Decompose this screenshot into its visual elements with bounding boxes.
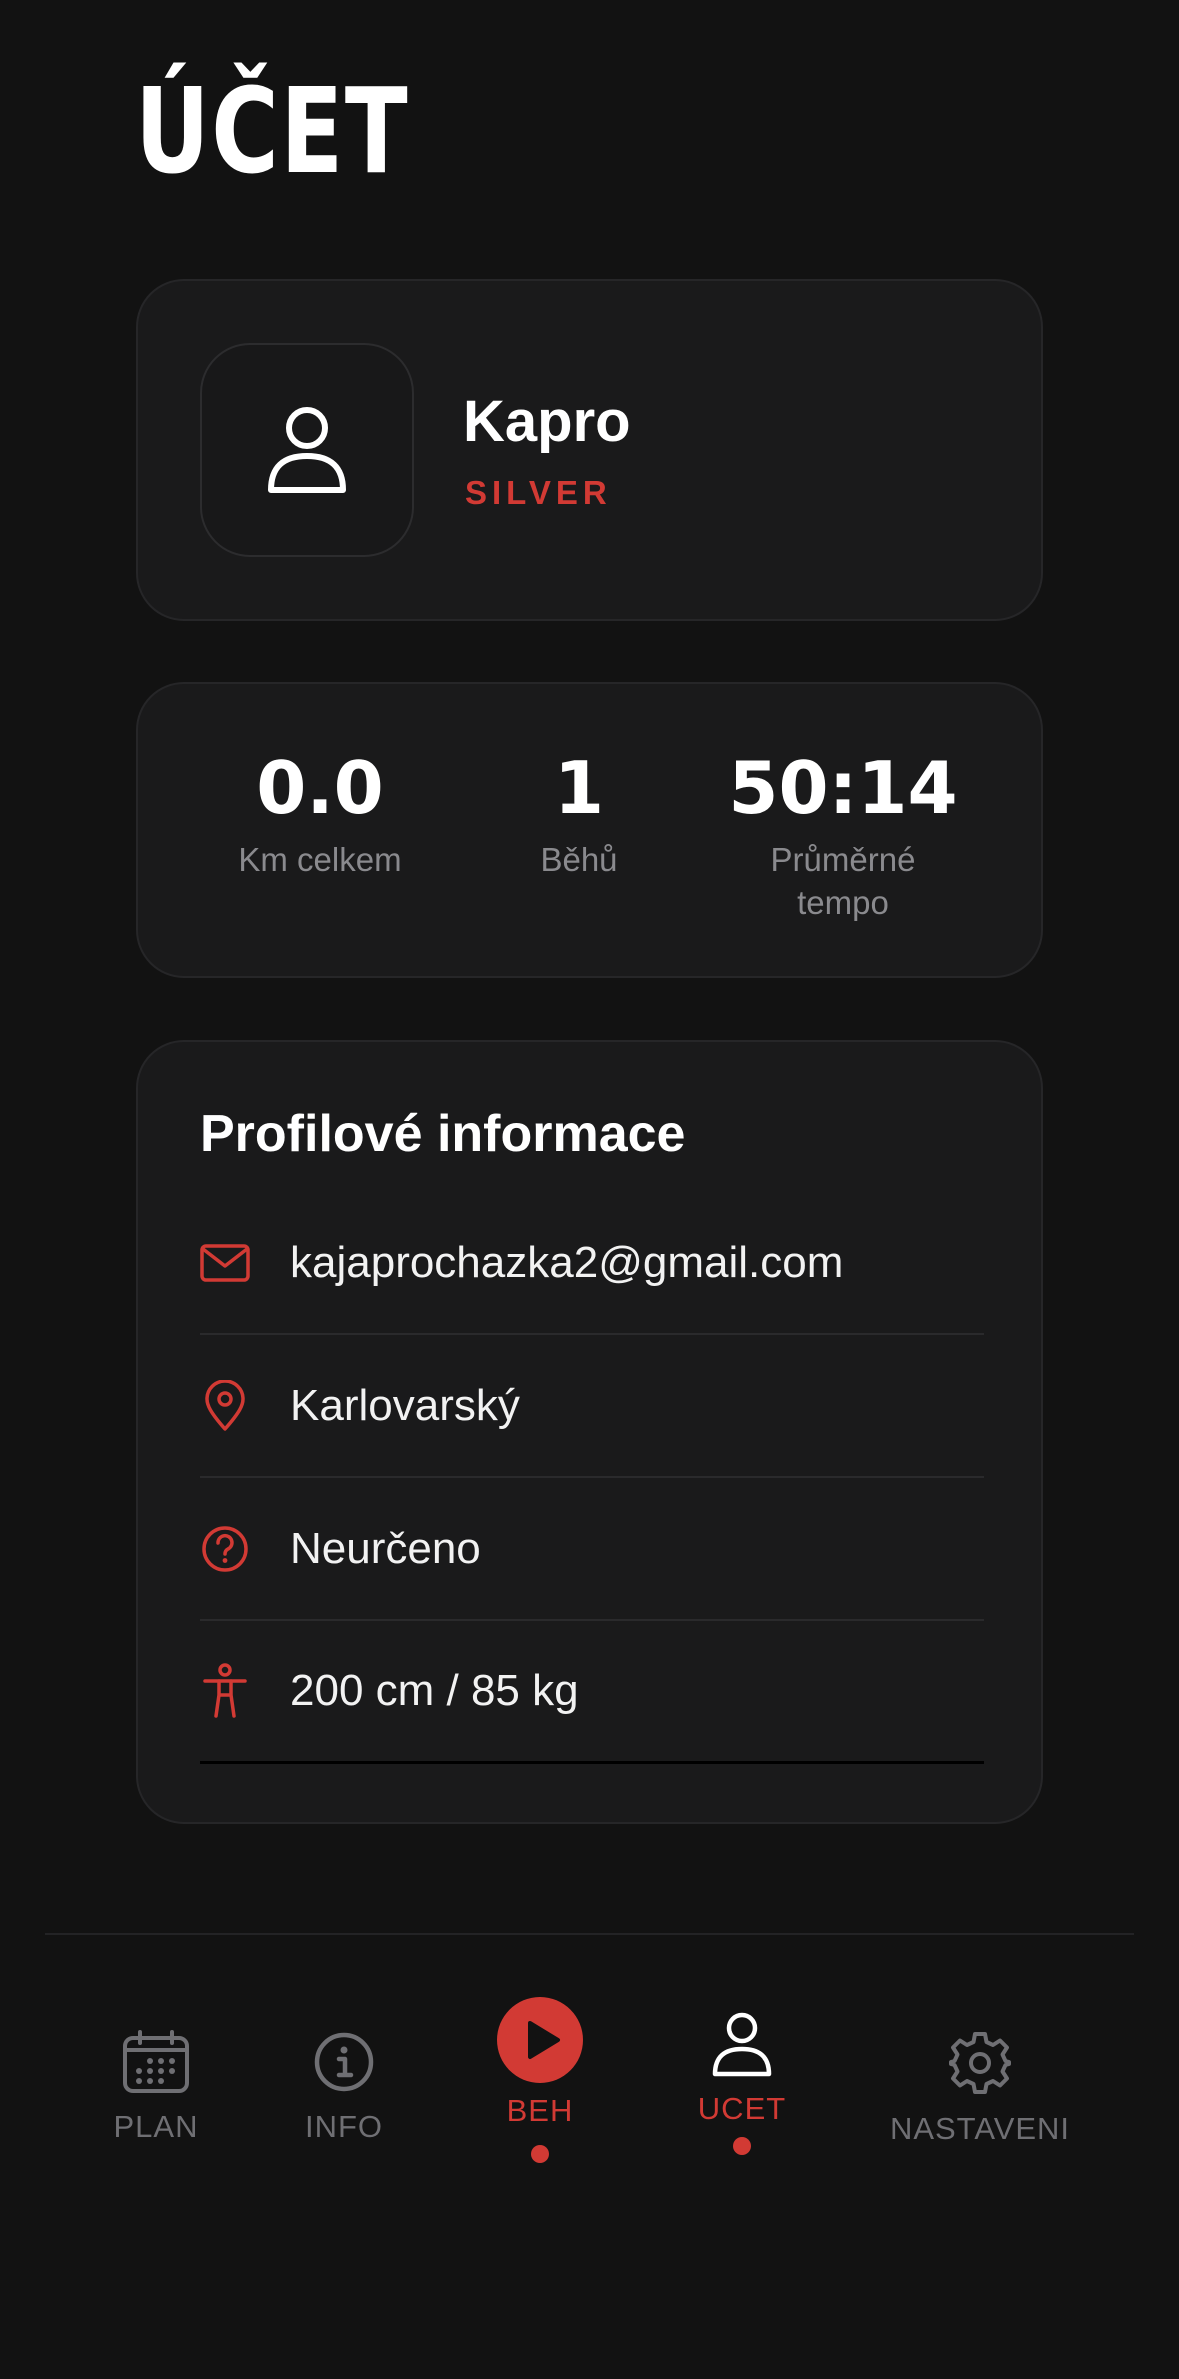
info-row-gender[interactable]: Neurčeno [200, 1478, 984, 1621]
nav-run[interactable]: BEH [486, 1996, 594, 2163]
nav-label: PLAN [113, 2109, 199, 2144]
nav-plan[interactable]: PLAN [100, 2030, 212, 2145]
stat-value: 1 [553, 746, 605, 830]
play-icon [497, 1997, 583, 2083]
profile-card: Kapro SILVER [136, 279, 1043, 621]
stat-value: 50:14 [728, 746, 958, 830]
section-title: Profilové informace [200, 1105, 686, 1163]
nav-label: INFO [304, 2109, 384, 2144]
info-row-body[interactable]: 200 cm / 85 kg [200, 1621, 984, 1764]
body-icon [200, 1663, 290, 1719]
stat-value: 0.0 [256, 746, 384, 830]
account-screen: ÚČET Kapro SILVER 0.0 Km celkem 1 Běhů 5… [0, 0, 1179, 2379]
page-title: ÚČET [135, 62, 410, 200]
email-value: kajaprochazka2@gmail.com [290, 1237, 844, 1287]
stat-label: Běhů [540, 841, 618, 878]
nav-account[interactable]: UCET [684, 2012, 800, 2155]
nav-info[interactable]: INFO [288, 2030, 400, 2145]
stat-average-pace: 50:14 Průměrné tempo [728, 752, 958, 924]
stats-card: 0.0 Km celkem 1 Běhů 50:14 Průměrné temp… [136, 682, 1043, 978]
active-indicator [531, 2145, 549, 2163]
info-row-email[interactable]: kajaprochazka2@gmail.com [200, 1192, 984, 1335]
mail-icon [200, 1243, 290, 1282]
height-weight-value: 200 cm / 85 kg [290, 1666, 579, 1715]
user-icon [712, 2012, 772, 2077]
gender-value: Neurčeno [290, 1523, 481, 1573]
location-pin-icon [200, 1379, 290, 1432]
nav-label: BEH [506, 2093, 574, 2128]
membership-tier: SILVER [465, 474, 612, 511]
user-icon [268, 407, 346, 493]
nav-settings[interactable]: NASTAVENI [888, 2030, 1072, 2147]
stat-total-km: 0.0 Km celkem [220, 752, 420, 881]
stat-label: Km celkem [238, 841, 402, 878]
question-circle-icon [200, 1524, 290, 1574]
info-row-region[interactable]: Karlovarský [200, 1335, 984, 1478]
profile-name: Kapro [463, 389, 631, 454]
profile-info-card: Profilové informace kajaprochazka2@gmail… [136, 1040, 1043, 1824]
calendar-icon [123, 2030, 189, 2093]
nav-label: UCET [697, 2091, 787, 2126]
gear-icon [949, 2032, 1011, 2094]
active-indicator [733, 2137, 751, 2155]
avatar[interactable] [200, 343, 414, 557]
region-value: Karlovarský [290, 1380, 520, 1430]
stat-label: Průměrné tempo [770, 841, 916, 921]
nav-label: NASTAVENI [889, 2111, 1071, 2146]
nav-divider [45, 1933, 1134, 1935]
info-icon [314, 2032, 374, 2092]
stat-runs: 1 Běhů [494, 752, 664, 881]
